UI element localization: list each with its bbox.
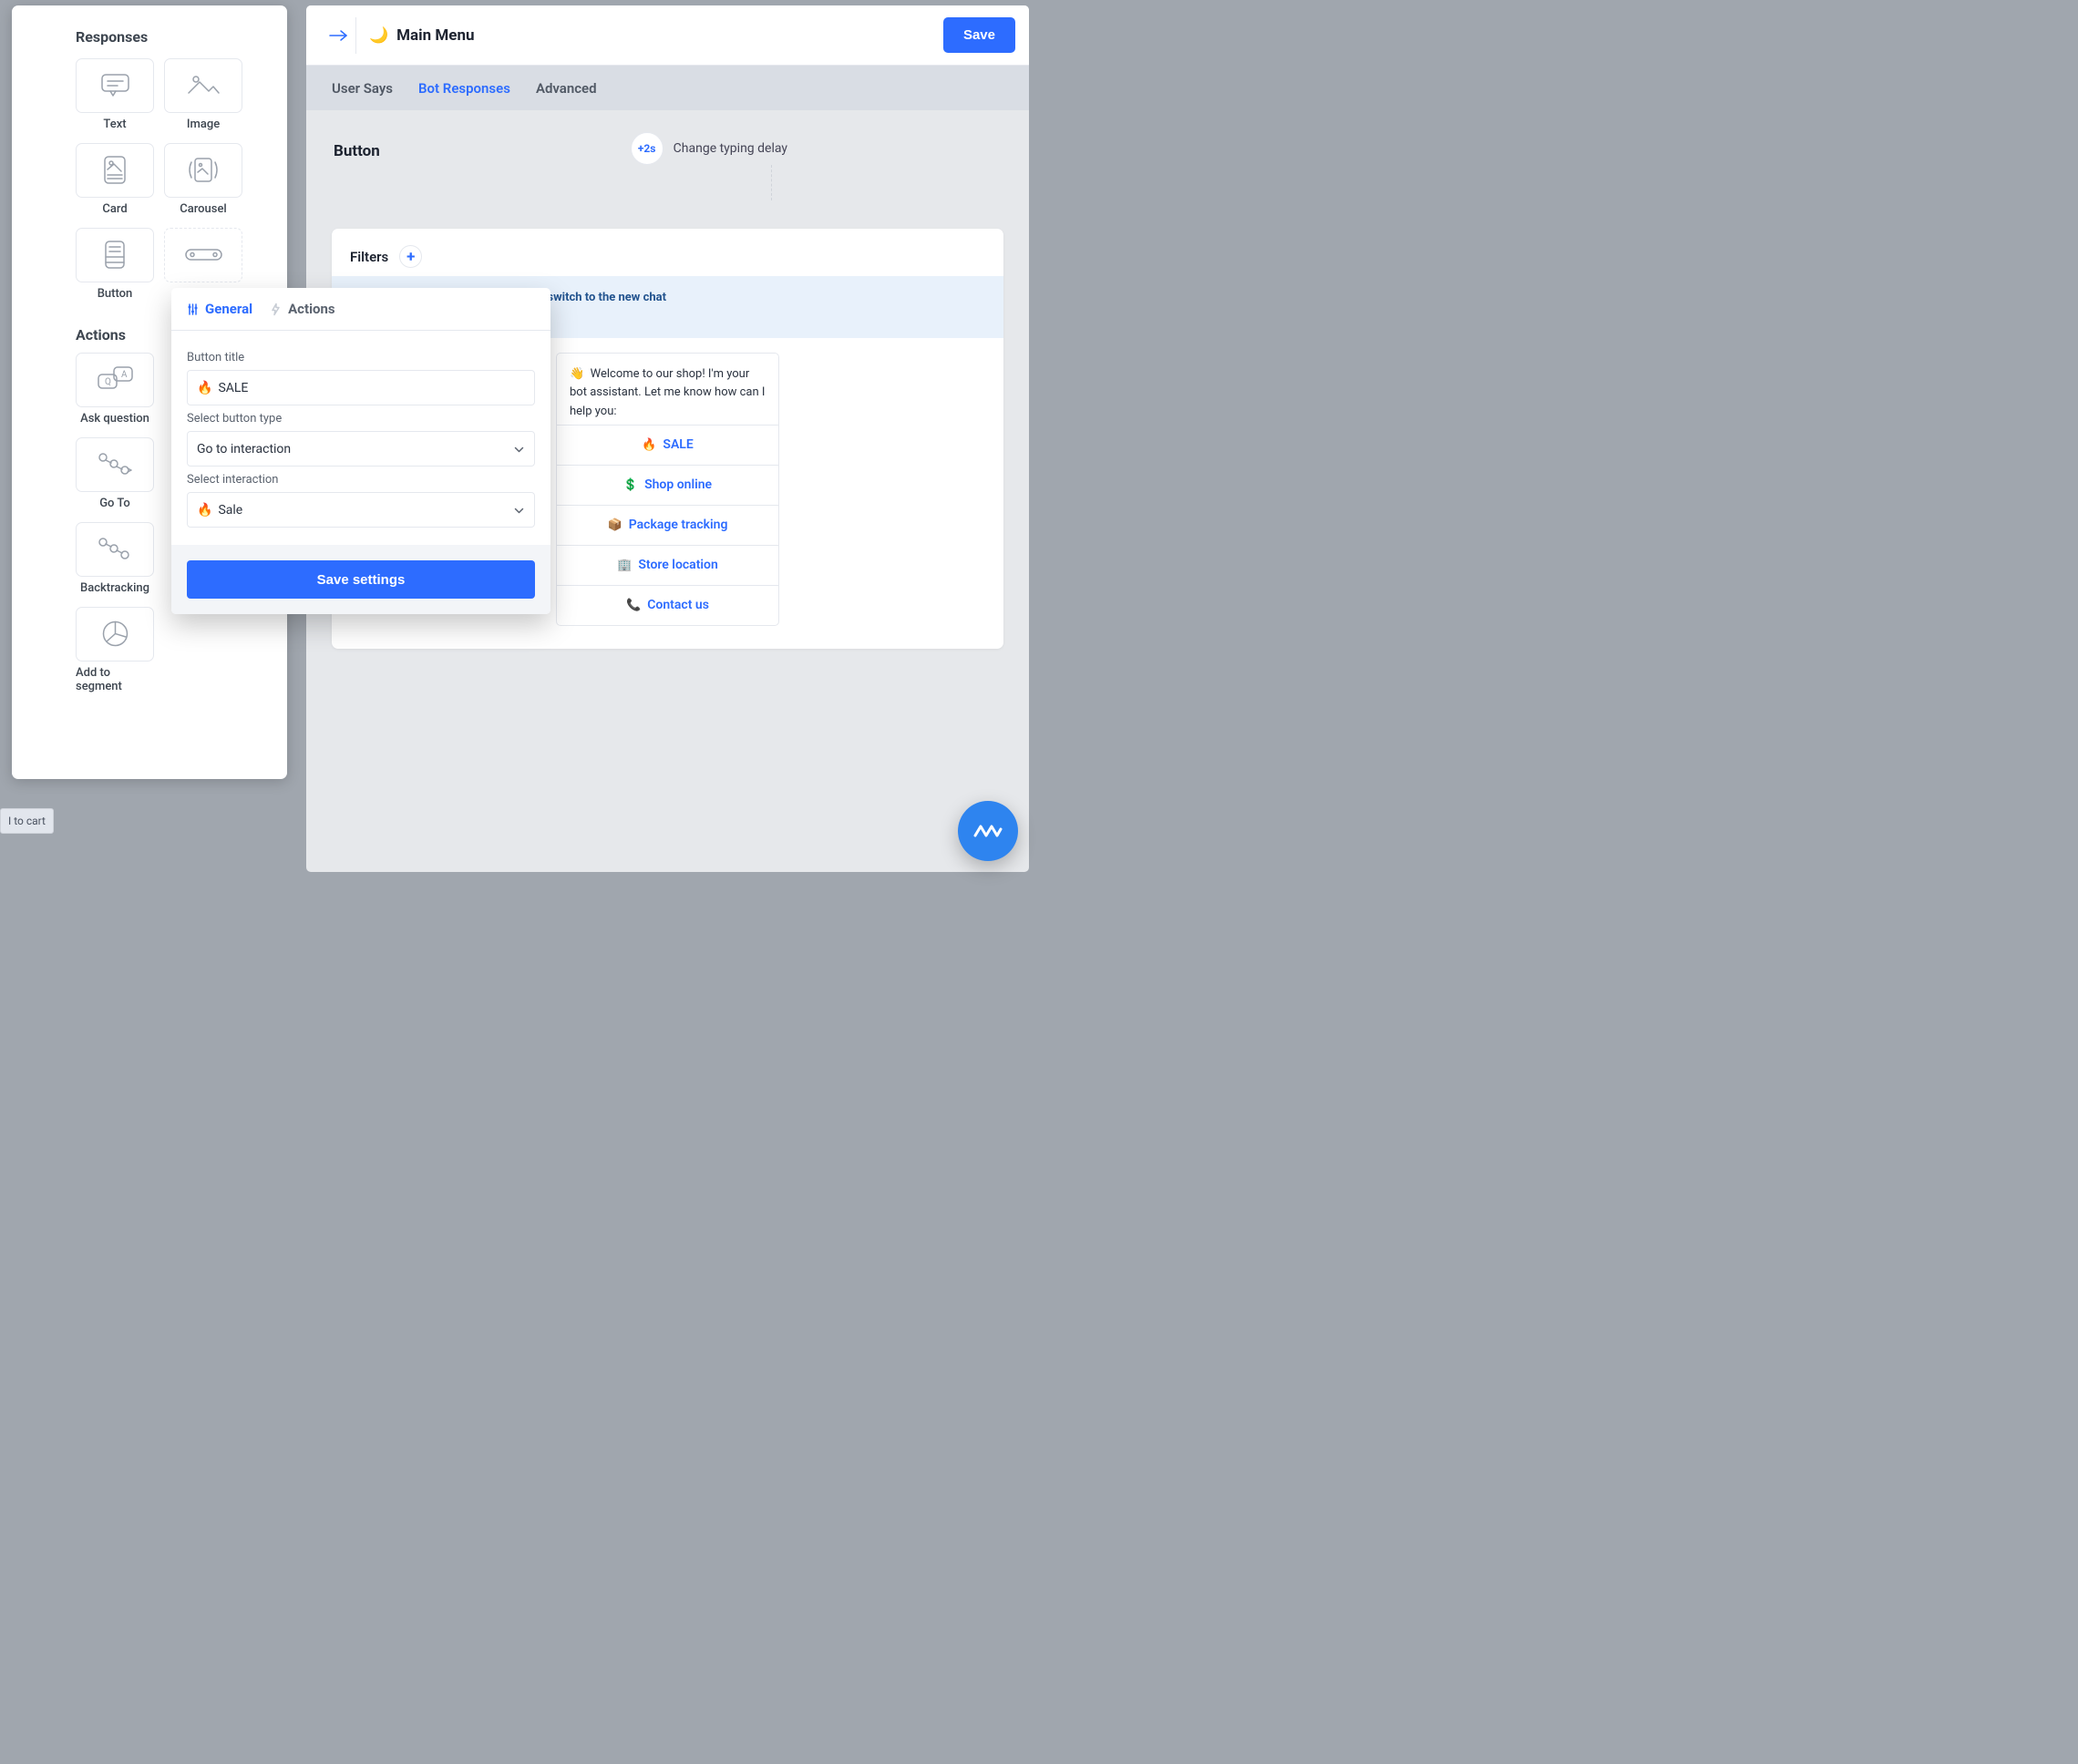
chat-button-emoji: 🏢 [617, 559, 632, 572]
svg-text:Q: Q [105, 377, 111, 387]
tile-label: Image [187, 118, 220, 131]
chevron-down-icon [514, 442, 524, 456]
carousel-icon [183, 156, 223, 186]
chat-preview: 👋 Welcome to our shop! I'm your bot assi… [556, 353, 779, 625]
segment-icon [100, 619, 130, 651]
chat-button-label: SALE [663, 437, 693, 452]
backtracking-icon [96, 536, 134, 563]
delay-label: Change typing delay [674, 141, 787, 156]
chat-button[interactable]: 💲 Shop online [557, 465, 778, 505]
button-title-input[interactable]: 🔥 SALE [187, 370, 535, 405]
action-label: Ask question [80, 412, 149, 426]
action-backtracking[interactable]: Backtracking [76, 522, 154, 595]
goto-icon [96, 451, 134, 478]
delay-value: +2s [631, 132, 664, 165]
action-label: Go To [99, 497, 130, 510]
button-title-value: SALE [218, 381, 248, 395]
back-arrow-icon[interactable] [320, 17, 356, 54]
button-title-label: Button title [187, 351, 535, 364]
text-icon [99, 72, 131, 99]
flow-emoji: 🌙 [369, 26, 388, 45]
save-settings-button[interactable]: Save settings [187, 560, 535, 599]
chat-button[interactable]: 🔥 SALE [557, 425, 778, 465]
interaction-select[interactable]: 🔥 Sale [187, 492, 535, 528]
tile-label: Card [102, 202, 127, 216]
action-ask-question[interactable]: QA Ask question [76, 353, 154, 426]
action-add-segment[interactable]: Add to segment [76, 607, 154, 693]
chat-fab[interactable] [958, 801, 1018, 861]
quick-reply-icon [183, 247, 224, 264]
chat-button[interactable]: 📞 Contact us [557, 585, 778, 625]
fire-icon: 🔥 [197, 381, 212, 395]
chat-button-label: Contact us [647, 598, 709, 612]
tile-label: Text [103, 118, 126, 131]
fire-icon: 🔥 [197, 503, 212, 518]
tile-carousel[interactable]: Carousel [164, 143, 242, 216]
action-label: Add to segment [76, 666, 154, 693]
save-button[interactable]: Save [943, 17, 1015, 53]
tile-button[interactable]: Button [76, 228, 154, 301]
interaction-value: Sale [218, 503, 242, 518]
chat-button-label: Store location [638, 558, 717, 572]
chat-button-emoji: 💲 [623, 478, 638, 492]
notice-bold: switch to the new chat [547, 291, 666, 304]
chat-welcome-text: Welcome to our shop! I'm your bot assist… [570, 367, 765, 417]
action-goto[interactable]: Go To [76, 437, 154, 510]
delay-connector [771, 165, 772, 200]
tile-text[interactable]: Text [76, 58, 154, 131]
interaction-label: Select interaction [187, 473, 535, 487]
tab-bot-responses[interactable]: Bot Responses [418, 80, 510, 97]
chat-button-emoji: 📞 [626, 599, 641, 612]
action-label: Backtracking [80, 581, 149, 595]
button-type-label: Select button type [187, 412, 535, 426]
chat-button[interactable]: 🏢 Store location [557, 545, 778, 585]
cart-chip[interactable]: I to cart [0, 808, 54, 834]
chat-button-emoji: 📦 [608, 518, 622, 532]
responses-title: Responses [76, 28, 274, 46]
image-icon [186, 72, 221, 99]
typing-delay[interactable]: +2s Change typing delay [631, 132, 787, 165]
flow-title-text: Main Menu [396, 26, 474, 45]
tile-card[interactable]: Card [76, 143, 154, 216]
tab-advanced[interactable]: Advanced [536, 80, 597, 97]
tile-label: Button [98, 287, 133, 301]
add-filter-button[interactable]: + [399, 245, 422, 268]
popover-tab-actions[interactable]: Actions [270, 301, 335, 317]
ask-question-icon: QA [96, 365, 135, 395]
chat-button-label: Package tracking [629, 518, 728, 532]
button-type-value: Go to interaction [197, 442, 291, 456]
svg-text:A: A [121, 370, 128, 380]
tab-user-says[interactable]: User Says [332, 80, 393, 97]
button-type-select[interactable]: Go to interaction [187, 431, 535, 467]
button-icon [101, 239, 129, 272]
chat-button-emoji: 🔥 [642, 438, 656, 452]
popover-tab-actions-label: Actions [288, 301, 335, 317]
tile-image[interactable]: Image [164, 58, 242, 131]
chat-button[interactable]: 📦 Package tracking [557, 505, 778, 545]
card-icon [101, 154, 129, 188]
flow-title: 🌙 Main Menu [369, 26, 475, 45]
button-settings-popover: General Actions Button title 🔥 SALE Sele… [171, 288, 550, 614]
chat-emoji: 👋 [570, 367, 584, 381]
chevron-down-icon [514, 503, 524, 518]
editor-tabs: User Says Bot Responses Advanced [306, 66, 1029, 110]
popover-tab-general[interactable]: General [187, 301, 252, 317]
chat-button-label: Shop online [644, 477, 712, 492]
tile-label: Carousel [180, 202, 227, 216]
popover-tab-general-label: General [205, 301, 252, 317]
filters-label: Filters [350, 249, 388, 265]
